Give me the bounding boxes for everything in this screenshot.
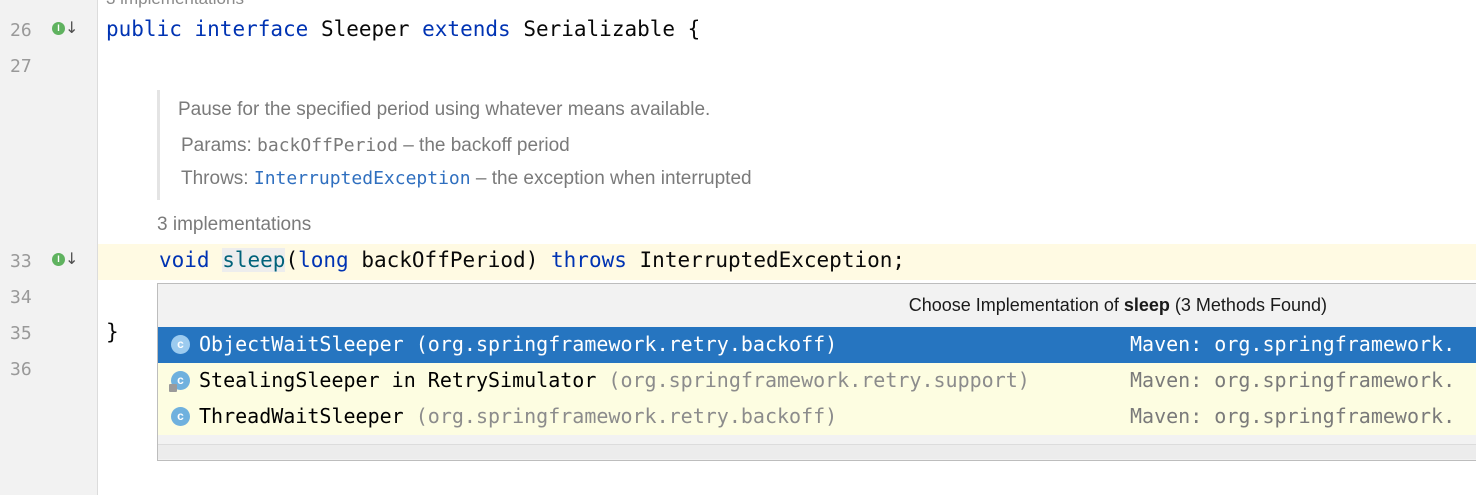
javadoc-params-row: Params: backOffPeriod – the backoff peri… (181, 135, 570, 157)
code-line-interface-declaration[interactable]: public interface Sleeper extends Seriali… (106, 17, 700, 41)
choose-implementation-popup[interactable]: Choose Implementation of sleep (3 Method… (157, 283, 1476, 461)
throws-label: Throws: (181, 168, 249, 189)
param-text: backOffPeriod) (361, 248, 539, 272)
interface-name: Sleeper (320, 17, 410, 41)
arrow-down-icon: ↓ (65, 18, 79, 37)
line-number: 36 (10, 359, 32, 380)
package-name: (org.springframework.retry.backoff) (415, 332, 838, 356)
top-implementations-hint[interactable]: 3 implementations (106, 0, 244, 9)
implementation-item[interactable]: c ObjectWaitSleeper (org.springframework… (158, 327, 1476, 363)
param-name: backOffPeriod (257, 135, 398, 156)
class-name: ThreadWaitSleeper (199, 404, 404, 428)
param-desc: – the backoff period (403, 135, 570, 156)
javadoc-summary: Pause for the specified period using wha… (178, 99, 711, 120)
line-number: 27 (10, 56, 32, 77)
implemented-interface-icon[interactable]: I ↓ (52, 18, 78, 40)
interface-badge-icon: I (52, 22, 65, 35)
javadoc-throws-row: Throws: InterruptedException – the excep… (181, 168, 752, 190)
arrow-down-icon: ↓ (65, 249, 79, 268)
library-source: Maven: org.springframework. (1130, 368, 1456, 392)
line-number: 26 (10, 20, 32, 41)
keyword: long (298, 248, 349, 272)
throws-desc: – the exception when interrupted (475, 168, 752, 189)
method-name: sleep (222, 248, 286, 272)
implementation-name: ThreadWaitSleeper (org.springframework.r… (199, 404, 837, 428)
keyword: interface (194, 17, 309, 41)
implementation-name: StealingSleeper in RetrySimulator (org.s… (199, 368, 1030, 392)
implemented-method-icon[interactable]: I ↓ (52, 249, 78, 271)
popup-title: Choose Implementation of sleep (3 Method… (158, 284, 1476, 326)
keyword: extends (422, 17, 511, 41)
private-lock-icon (169, 384, 177, 392)
line-number: 35 (10, 323, 32, 344)
code-text: Serializable { (523, 17, 701, 41)
params-label: Params: (181, 135, 252, 156)
code-line-closing-brace[interactable]: } (106, 320, 119, 344)
keyword: public (106, 17, 182, 41)
library-source: Maven: org.springframework. (1130, 332, 1456, 356)
class-name: StealingSleeper in RetrySimulator (199, 368, 597, 392)
class-icon: c (171, 407, 190, 426)
code-line-method-declaration[interactable]: void sleep(long backOffPeriod) throws In… (159, 248, 905, 272)
popup-title-method: sleep (1123, 295, 1170, 315)
implementation-item[interactable]: c StealingSleeper in RetrySimulator (org… (158, 363, 1476, 399)
library-source: Maven: org.springframework. (1130, 404, 1456, 428)
horizontal-scrollbar[interactable] (158, 444, 1476, 459)
implementations-hint[interactable]: 3 implementations (157, 214, 311, 236)
javadoc-rendered: Pause for the specified period using wha… (157, 90, 800, 200)
implementation-item[interactable]: c ThreadWaitSleeper (org.springframework… (158, 399, 1476, 435)
class-name: ObjectWaitSleeper (199, 332, 404, 356)
interface-badge-icon: I (52, 253, 65, 266)
code-text: ( (285, 248, 299, 272)
exception-text: InterruptedException; (639, 248, 906, 272)
package-name: (org.springframework.retry.backoff) (415, 404, 838, 428)
throws-link[interactable]: InterruptedException (254, 168, 471, 189)
keyword: throws (551, 248, 627, 272)
class-icon: c (171, 335, 190, 354)
package-name: (org.springframework.retry.support) (608, 368, 1030, 392)
popup-title-suffix: (3 Methods Found) (1174, 295, 1327, 315)
implementation-name: ObjectWaitSleeper (org.springframework.r… (199, 332, 837, 356)
line-number: 34 (10, 287, 32, 308)
line-number: 33 (10, 251, 32, 272)
keyword: void (159, 248, 210, 272)
popup-title-prefix: Choose Implementation of (908, 295, 1119, 315)
